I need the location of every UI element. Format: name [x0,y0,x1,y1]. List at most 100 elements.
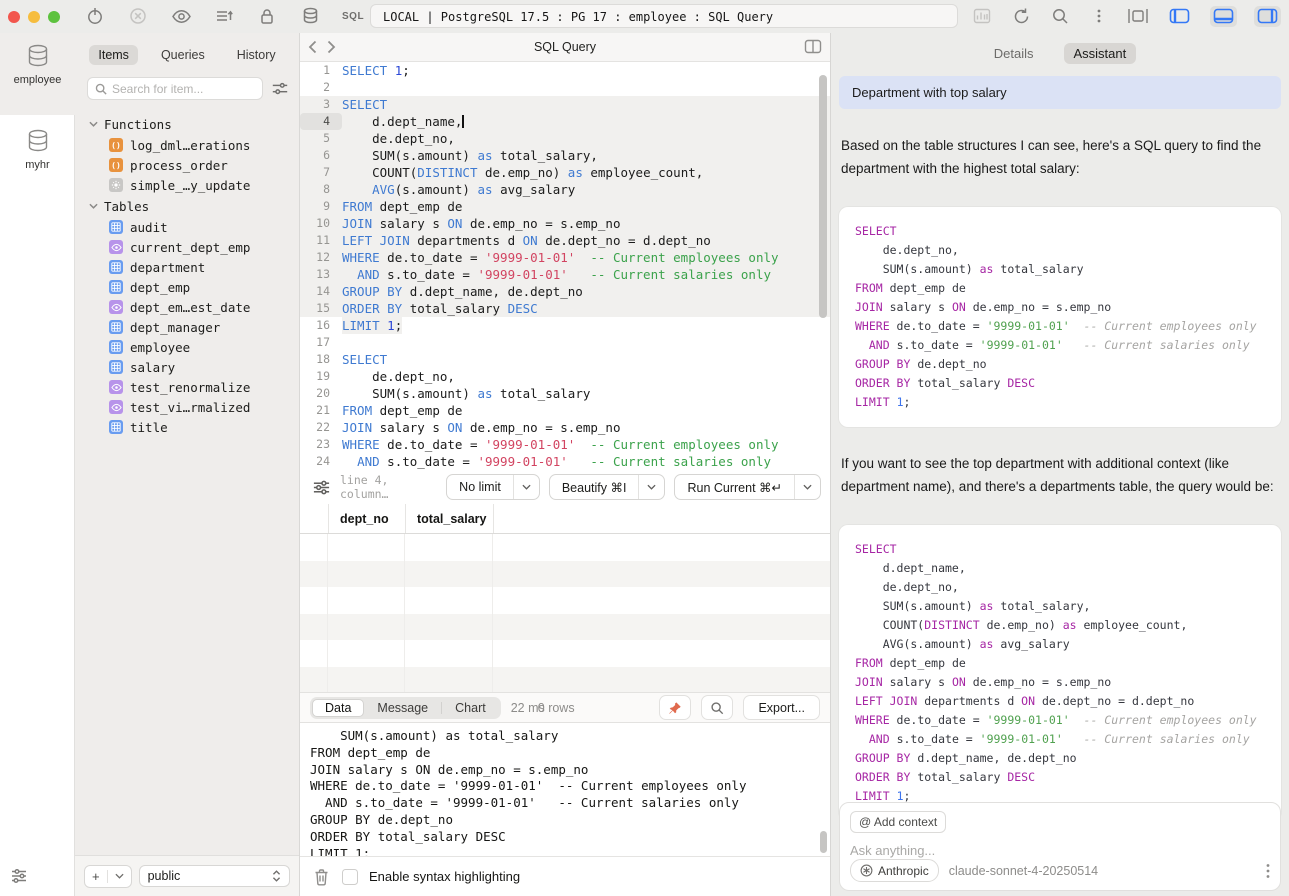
tree-section-functions[interactable]: Functions [75,113,299,135]
schema-select[interactable]: public [139,865,290,887]
tree-item[interactable]: employee [75,337,299,357]
editor-line[interactable]: 1SELECT 1; [300,62,830,79]
editor-line[interactable]: 21FROM dept_emp de [300,402,830,419]
tree-item[interactable]: department [75,257,299,277]
editor-line[interactable]: 20 SUM(s.amount) as total_salary [300,385,830,402]
table-row[interactable] [300,640,830,667]
editor-line[interactable]: 5 de.dept_no, [300,130,830,147]
composer-more-icon[interactable] [1266,863,1270,879]
beautify-button[interactable]: Beautify ⌘I [549,474,666,500]
add-item-button[interactable]: + [84,865,132,888]
panel-tab-details[interactable]: Details [984,43,1044,64]
trash-icon[interactable] [313,868,331,886]
connection-employee[interactable]: employee [0,43,75,86]
search-icon[interactable] [1049,5,1071,27]
forward-icon[interactable] [327,40,336,54]
editor-line[interactable]: 16LIMIT 1; [300,317,830,334]
editor-line[interactable]: 4 d.dept_name, [300,113,830,130]
back-icon[interactable] [308,40,317,54]
window-layout-icon[interactable] [1127,5,1149,27]
more-icon[interactable] [1088,5,1110,27]
tree-item[interactable]: dept_emp [75,277,299,297]
zoom-window-button[interactable] [48,11,60,23]
toggle-bottom-panel-icon[interactable] [1210,6,1237,27]
table-row[interactable] [300,561,830,588]
editor-line[interactable]: 9FROM dept_emp de [300,198,830,215]
assistant-composer[interactable]: @ Add context Ask anything... Anthropic … [839,802,1281,891]
editor-line[interactable]: 13 AND s.to_date = '9999-01-01' -- Curre… [300,266,830,283]
run-current-button[interactable]: Run Current ⌘↵ [674,474,821,500]
editor-line[interactable]: 6 SUM(s.amount) as total_salary, [300,147,830,164]
sql-editor[interactable]: 1SELECT 1;23SELECT4 d.dept_name,5 de.dep… [300,62,830,470]
editor-line[interactable]: 17 [300,334,830,351]
editor-line[interactable]: 22JOIN salary s ON de.emp_no = s.emp_no [300,419,830,436]
editor-line[interactable]: 7 COUNT(DISTINCT de.emp_no) as employee_… [300,164,830,181]
editor-line[interactable]: 3SELECT [300,96,830,113]
rail-filter-icon[interactable] [9,866,29,886]
editor-line[interactable]: 15ORDER BY total_salary DESC [300,300,830,317]
toggle-left-panel-icon[interactable] [1166,6,1193,27]
export-button[interactable]: Export... [743,695,820,720]
ask-input-placeholder[interactable]: Ask anything... [850,843,1270,858]
editor-line[interactable]: 23WHERE de.to_date = '9999-01-01' -- Cur… [300,436,830,453]
editor-line[interactable]: 2 [300,79,830,96]
message-scrollbar[interactable] [820,831,827,853]
provider-select[interactable]: Anthropic [850,859,939,882]
sidebar-tab-queries[interactable]: Queries [152,45,214,65]
tree-item[interactable]: current_dept_emp [75,237,299,257]
editor-scrollbar[interactable] [819,75,827,318]
log-list-icon[interactable] [213,5,235,27]
editor-line[interactable]: 18SELECT [300,351,830,368]
editor-line[interactable]: 11LEFT JOIN departments d ON de.dept_no … [300,232,830,249]
sidebar-filter-icon[interactable] [271,80,289,98]
editor-settings-icon[interactable] [312,478,331,497]
editor-line[interactable]: 14GROUP BY d.dept_name, de.dept_no [300,283,830,300]
refresh-icon[interactable] [1010,5,1032,27]
column-header-dept_no[interactable]: dept_no [329,504,406,533]
results-tab-message[interactable]: Message [364,699,441,717]
database-icon[interactable] [299,5,321,27]
editor-line[interactable]: 8 AVG(s.amount) as avg_salary [300,181,830,198]
sidebar-tab-items[interactable]: Items [89,45,138,65]
results-tab-data[interactable]: Data [312,699,364,717]
toggle-right-panel-icon[interactable] [1254,6,1281,27]
editor-line[interactable]: 19 de.dept_no, [300,368,830,385]
table-row[interactable] [300,667,830,693]
table-row[interactable] [300,614,830,641]
connect-icon[interactable] [84,5,106,27]
preview-eye-icon[interactable] [170,5,192,27]
tree-item[interactable]: ()log_dml…erations [75,135,299,155]
tree-item[interactable]: salary [75,357,299,377]
tree-item[interactable]: title [75,417,299,437]
tree-section-tables[interactable]: Tables [75,195,299,217]
tree-item[interactable]: test_renormalize [75,377,299,397]
pin-result-button[interactable] [659,695,691,720]
minimize-window-button[interactable] [28,11,40,23]
tree-item[interactable]: audit [75,217,299,237]
results-tab-chart[interactable]: Chart [442,699,499,717]
message-panel[interactable]: SUM(s.amount) as total_salary FROM dept_… [300,723,830,856]
split-editor-icon[interactable] [804,39,822,54]
tree-item[interactable]: dept_em…est_date [75,297,299,317]
tree-item[interactable]: ()process_order [75,155,299,175]
tree-item[interactable]: dept_manager [75,317,299,337]
disconnect-icon[interactable] [127,5,149,27]
add-context-button[interactable]: @ Add context [850,811,946,833]
column-header-total_salary[interactable]: total_salary [406,504,494,533]
close-window-button[interactable] [8,11,20,23]
limit-dropdown[interactable]: No limit [446,474,540,500]
editor-line[interactable]: 12WHERE de.to_date = '9999-01-01' -- Cur… [300,249,830,266]
connection-myhr[interactable]: myhr [0,128,75,171]
item-search-input[interactable]: Search for item... [87,77,263,100]
editor-line[interactable]: 10JOIN salary s ON de.emp_no = s.emp_no [300,215,830,232]
tree-item[interactable]: test_vi…rmalized [75,397,299,417]
editor-line[interactable]: 24 AND s.to_date = '9999-01-01' -- Curre… [300,453,830,470]
chart-icon[interactable] [971,5,993,27]
tree-item[interactable]: simple_…y_update [75,175,299,195]
lock-icon[interactable] [256,5,278,27]
syntax-highlight-checkbox[interactable] [342,869,358,885]
panel-tab-assistant[interactable]: Assistant [1064,43,1137,64]
search-results-button[interactable] [701,695,733,720]
table-row[interactable] [300,534,830,561]
sidebar-tab-history[interactable]: History [228,45,285,65]
